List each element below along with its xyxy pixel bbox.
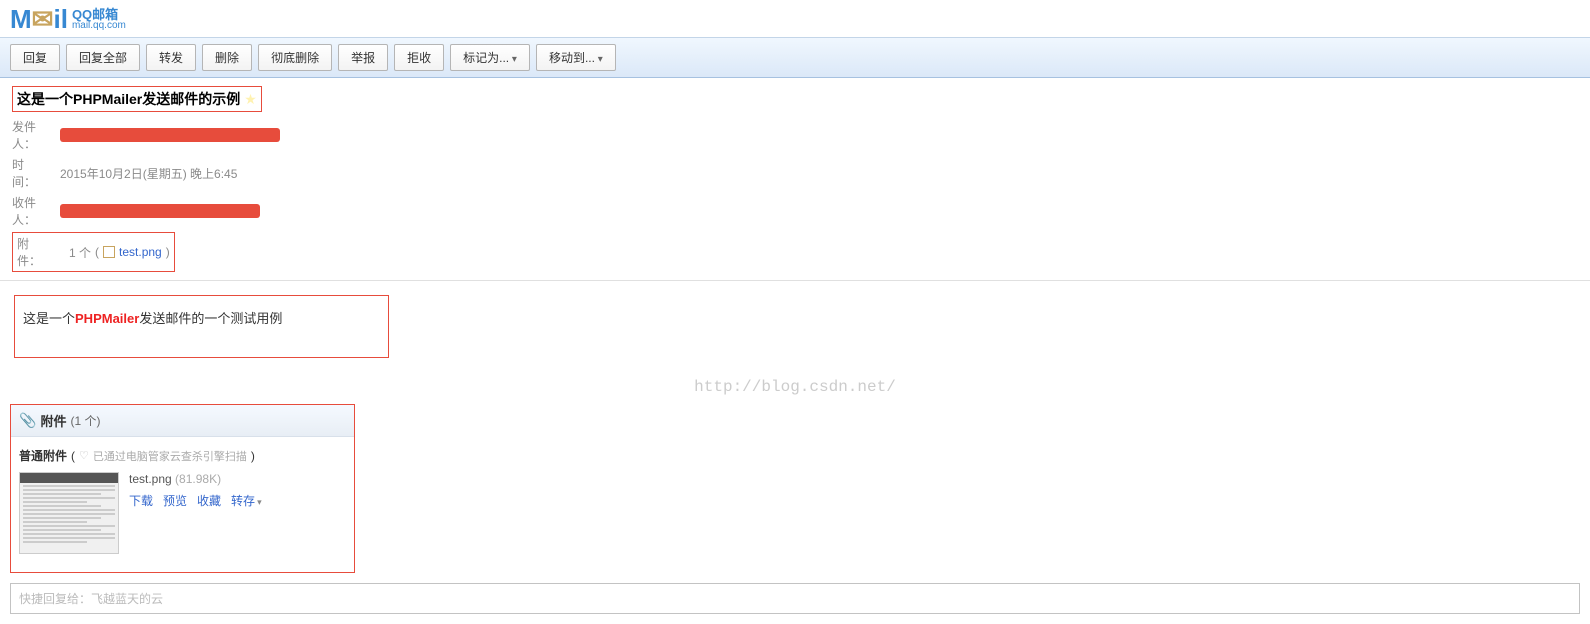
quick-reply-input[interactable]: 快捷回复给：飞越蓝天的云 xyxy=(10,583,1580,614)
download-link[interactable]: 下载 xyxy=(129,492,153,509)
preview-link[interactable]: 预览 xyxy=(163,492,187,509)
paperclip-icon: 📎 xyxy=(19,412,36,429)
attachment-title: 附件 xyxy=(40,411,66,430)
attachment-header-count: (1 个) xyxy=(70,412,100,429)
mail-header: 这是一个PHPMailer发送邮件的示例 ★ 发件人： 时 间： 2015年10… xyxy=(0,78,1590,281)
reject-button[interactable]: 拒收 xyxy=(394,44,444,71)
star-icon[interactable]: ★ xyxy=(244,91,257,108)
mail-body: 这是一个PHPMailer发送邮件的一个测试用例 xyxy=(0,281,1590,372)
body-text: 这是一个PHPMailer发送邮件的一个测试用例 xyxy=(23,311,282,326)
watermark: http://blog.csdn.net/ xyxy=(0,378,1590,396)
attachment-link[interactable]: test.png xyxy=(119,245,162,259)
to-label: 收件人： xyxy=(12,194,60,228)
delete-button[interactable]: 删除 xyxy=(202,44,252,71)
scan-text: 已通过电脑管家云查杀引擎扫描 xyxy=(93,448,247,464)
delete-permanent-button[interactable]: 彻底删除 xyxy=(258,44,332,71)
from-label: 发件人： xyxy=(12,118,60,152)
reply-button[interactable]: 回复 xyxy=(10,44,60,71)
from-value-redacted xyxy=(60,128,280,142)
favorite-link[interactable]: 收藏 xyxy=(197,492,221,509)
attachment-file-size: (81.98K) xyxy=(175,472,221,486)
report-button[interactable]: 举报 xyxy=(338,44,388,71)
toolbar: 回复 回复全部 转发 删除 彻底删除 举报 拒收 标记为... 移动到... xyxy=(0,37,1590,78)
forward-button[interactable]: 转发 xyxy=(146,44,196,71)
attachment-panel: 📎 附件 (1 个) 普通附件 ( ♡ 已通过电脑管家云查杀引擎扫描 ) tes… xyxy=(10,404,355,573)
mark-as-dropdown[interactable]: 标记为... xyxy=(450,44,530,71)
mail-subject: 这是一个PHPMailer发送邮件的示例 xyxy=(17,89,240,109)
attachment-file-icon xyxy=(103,246,115,258)
move-to-dropdown[interactable]: 移动到... xyxy=(536,44,616,71)
logo-url: mail.qq.com xyxy=(72,21,126,31)
attachment-subtitle: 普通附件 xyxy=(19,447,67,464)
attachment-label: 附 件： xyxy=(17,235,65,269)
attachment-header: 📎 附件 (1 个) xyxy=(11,405,354,437)
logo: M✉il QQ邮箱 mail.qq.com xyxy=(0,0,1590,37)
attachment-thumbnail[interactable] xyxy=(19,472,119,554)
attachment-item: test.png (81.98K) 下载 预览 收藏 转存 xyxy=(19,472,346,554)
attachment-file-name: test.png xyxy=(129,472,172,486)
attachment-count: 1 个 xyxy=(69,244,91,261)
logo-mail: M✉il xyxy=(10,4,68,35)
time-label: 时 间： xyxy=(12,156,60,190)
time-value: 2015年10月2日(星期五) 晚上6:45 xyxy=(60,165,237,182)
reply-all-button[interactable]: 回复全部 xyxy=(66,44,140,71)
saveas-dropdown[interactable]: 转存 xyxy=(231,492,262,509)
to-value-redacted xyxy=(60,204,260,218)
shield-icon: ♡ xyxy=(79,449,89,462)
